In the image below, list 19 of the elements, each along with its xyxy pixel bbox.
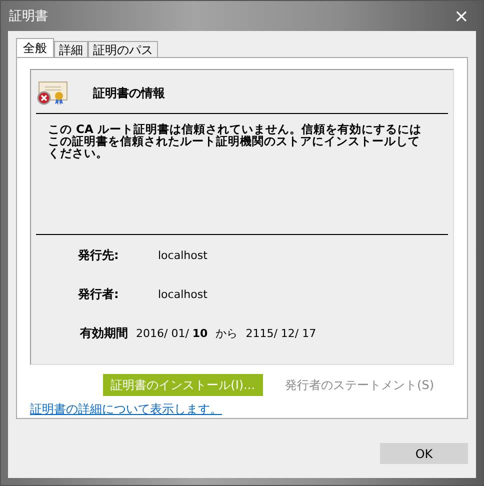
close-button[interactable]: × xyxy=(448,6,475,26)
field-label: 発行先: xyxy=(78,247,120,264)
details-link[interactable]: 証明書の詳細について表示します。 xyxy=(30,402,222,416)
date-separator: から xyxy=(216,326,238,341)
section-heading: 証明書の情報 xyxy=(93,84,165,102)
window-title: 証明書 xyxy=(9,8,48,25)
certificate-error-icon xyxy=(37,81,69,105)
date-value: 2115/ 12/ 17 xyxy=(246,327,316,340)
ok-button[interactable]: OK xyxy=(380,443,468,464)
date-value: 2016/ 01/ 10 xyxy=(136,327,208,340)
tab[interactable]: 詳細 xyxy=(54,41,88,57)
field-value: localhost xyxy=(158,249,208,262)
tab[interactable]: 全般 xyxy=(16,38,54,57)
button: 発行者のステートメント(S) xyxy=(277,374,442,396)
field-label: 発行者: xyxy=(78,286,120,303)
tab[interactable]: 証明のパス xyxy=(88,41,158,57)
warning-text: この CA ルート証明書は信頼されていません。信頼を有効にするにはこの証明書を信頼されたルート証明機関のストアにインストールしてください。 xyxy=(48,123,422,162)
field-value: localhost xyxy=(158,288,208,301)
field-label: 有効期間 xyxy=(80,325,128,342)
